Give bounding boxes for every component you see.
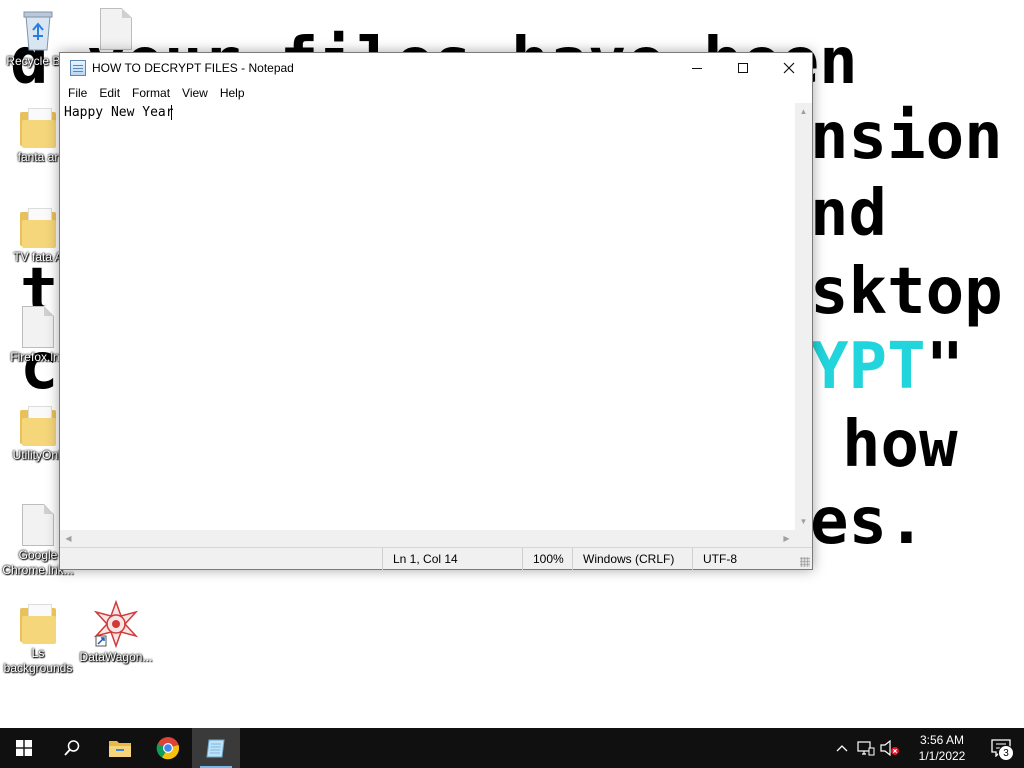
- text-caret: [170, 105, 172, 120]
- status-position: Ln 1, Col 14: [382, 548, 522, 570]
- notepad-window[interactable]: HOW TO DECRYPT FILES - Notepad File Edit…: [59, 52, 813, 570]
- window-title: HOW TO DECRYPT FILES - Notepad: [92, 61, 294, 75]
- action-center-button[interactable]: 3: [978, 728, 1024, 768]
- scroll-up-arrow-icon[interactable]: ▲: [795, 103, 812, 120]
- close-button[interactable]: [766, 53, 812, 83]
- taskbar-file-explorer[interactable]: [96, 728, 144, 768]
- wallpaper-text-line-6: how: [842, 408, 958, 482]
- desktop-icon-label: fanta ar: [17, 150, 59, 164]
- network-icon: [857, 741, 875, 756]
- maximize-icon: [738, 63, 748, 73]
- resize-grip-icon[interactable]: [800, 557, 810, 567]
- recycle-bin-icon: [23, 11, 53, 51]
- editor-content: Happy New Year: [64, 105, 174, 120]
- desktop-icon-file-partial[interactable]: [78, 8, 154, 52]
- status-line-ending: Windows (CRLF): [572, 548, 692, 570]
- folder-icon: [20, 108, 56, 148]
- vertical-scrollbar[interactable]: ▲ ▼: [795, 103, 812, 530]
- minimize-button[interactable]: [674, 53, 720, 83]
- wallpaper-highlight: YPT: [810, 330, 926, 404]
- datawagon-icon: [93, 600, 139, 648]
- taskbar-notepad[interactable]: [192, 728, 240, 768]
- network-button[interactable]: [854, 728, 878, 768]
- text-editor[interactable]: Happy New Year: [60, 103, 795, 530]
- menu-view[interactable]: View: [176, 86, 214, 100]
- volume-muted-icon: [880, 740, 899, 756]
- start-button[interactable]: [0, 728, 48, 768]
- wallpaper-text-line-7: es.: [810, 485, 926, 559]
- search-icon: [64, 740, 80, 756]
- desktop-icon-label: DataWagon...: [79, 650, 153, 664]
- system-tray: 3:56 AM 1/1/2022 3: [830, 728, 1024, 768]
- folder-icon: [20, 208, 56, 248]
- scroll-left-arrow-icon[interactable]: ◀: [60, 530, 77, 547]
- folder-icon: [20, 604, 56, 644]
- status-encoding: UTF-8: [692, 548, 812, 570]
- chrome-icon: [156, 737, 180, 760]
- menu-bar: File Edit Format View Help: [60, 83, 812, 103]
- chevron-up-icon: [836, 745, 848, 752]
- scroll-right-arrow-icon[interactable]: ▶: [778, 530, 795, 547]
- title-bar[interactable]: HOW TO DECRYPT FILES - Notepad: [60, 53, 812, 83]
- file-icon: [22, 306, 54, 348]
- maximize-button[interactable]: [720, 53, 766, 83]
- desktop-icon-label: TV fata A: [13, 250, 63, 264]
- wallpaper-quote: ": [925, 330, 965, 404]
- taskbar-chrome[interactable]: [144, 728, 192, 768]
- clock-date: 1/1/2022: [918, 749, 966, 763]
- taskbar: 3:56 AM 1/1/2022 3: [0, 728, 1024, 768]
- desktop-icon-label: UtilityOnli: [12, 448, 64, 462]
- notepad-icon: [206, 739, 225, 758]
- desktop-icon-ls-backgrounds[interactable]: Ls backgrounds: [0, 604, 76, 676]
- menu-help[interactable]: Help: [214, 86, 251, 100]
- wallpaper-text-line-3: nd: [810, 177, 888, 251]
- taskbar-clock[interactable]: 3:56 AM 1/1/2022: [906, 732, 978, 764]
- notepad-icon: [70, 60, 86, 76]
- volume-button[interactable]: [878, 728, 902, 768]
- menu-file[interactable]: File: [62, 86, 93, 100]
- wallpaper-text-line-5b: YPT": [810, 335, 964, 399]
- desktop-icon-label: Ls backgrounds: [3, 646, 73, 675]
- search-button[interactable]: [48, 728, 96, 768]
- show-hidden-icons-button[interactable]: [830, 728, 854, 768]
- menu-format[interactable]: Format: [126, 86, 176, 100]
- file-icon: [100, 8, 132, 50]
- status-bar: Ln 1, Col 14 100% Windows (CRLF) UTF-8: [60, 547, 812, 570]
- horizontal-scrollbar[interactable]: ◀ ▶: [60, 530, 795, 547]
- scrollbar-corner: [795, 530, 812, 547]
- desktop-icon-datawagon[interactable]: DataWagon...: [78, 600, 154, 665]
- minimize-icon: [692, 67, 702, 69]
- clock-time: 3:56 AM: [919, 733, 965, 747]
- desktop-icon-label: Firefox.lnk: [10, 350, 66, 364]
- scroll-down-arrow-icon[interactable]: ▼: [795, 513, 812, 530]
- close-icon: [783, 62, 795, 74]
- menu-edit[interactable]: Edit: [93, 86, 126, 100]
- file-icon: [22, 504, 54, 546]
- windows-logo-icon: [16, 740, 32, 756]
- wallpaper-text-line-4b: sktop: [810, 255, 1003, 329]
- wallpaper-text-line-2: nsion: [810, 100, 1003, 174]
- status-spacer: [60, 548, 382, 569]
- notification-count-badge: 3: [998, 745, 1014, 761]
- folder-icon: [20, 406, 56, 446]
- file-explorer-icon: [109, 741, 131, 757]
- status-zoom: 100%: [522, 548, 572, 570]
